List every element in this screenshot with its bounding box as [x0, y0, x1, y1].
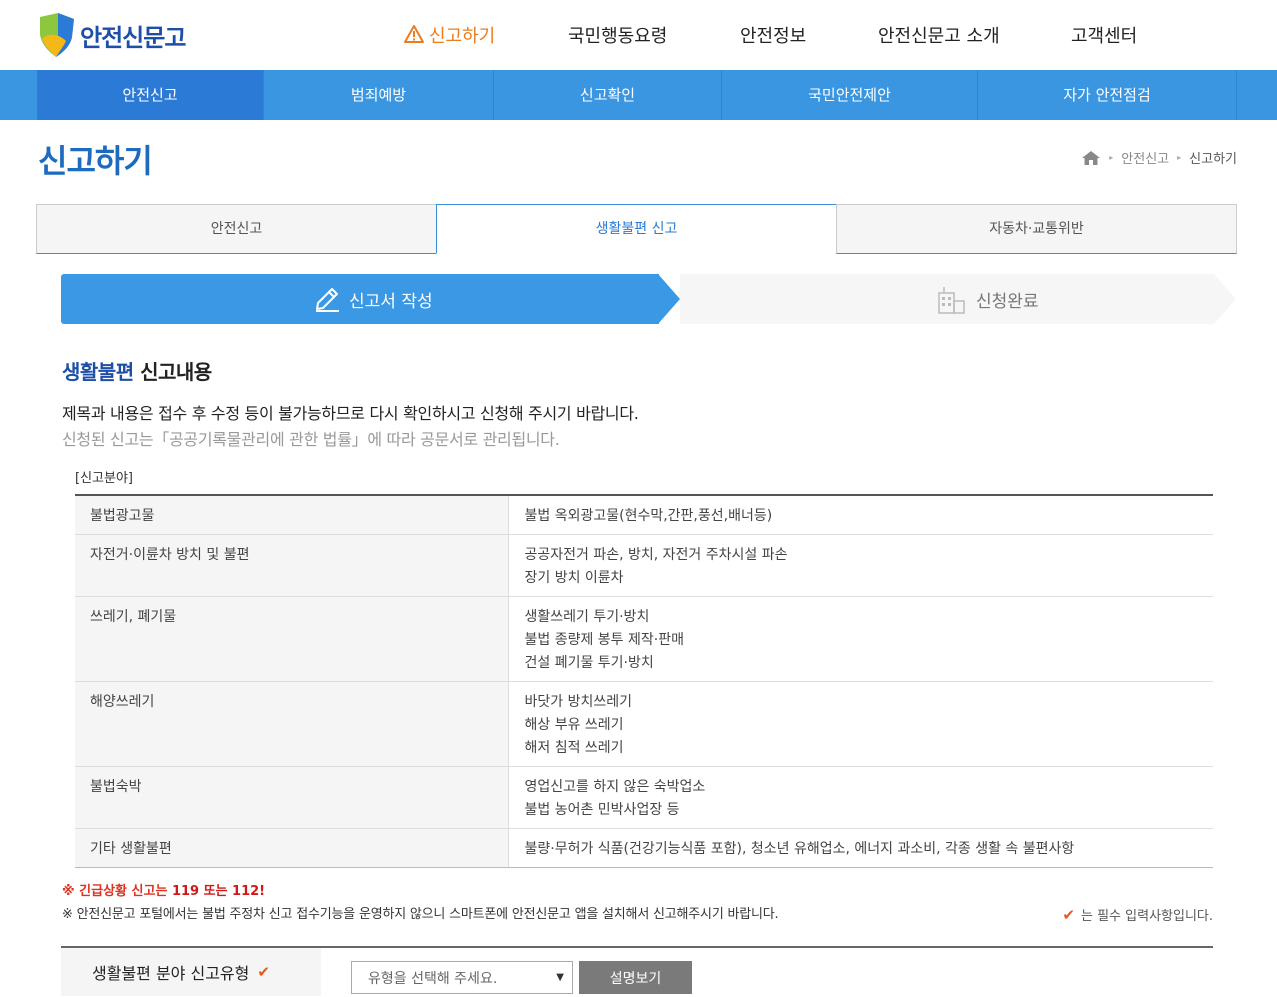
page-title: 신고하기: [38, 142, 153, 180]
parking-notice: ※ 안전신문고 포털에서는 불법 주정차 신고 접수기능을 운영하지 않으니 스…: [62, 907, 779, 922]
report-type-label: 생활불편 분야 신고유형 ✔: [61, 948, 321, 996]
section-title-rest: 신고내용: [133, 360, 212, 384]
report-type-select[interactable]: 유형을 선택해 주세요. ▼: [351, 961, 573, 994]
tab-vehicle-traffic[interactable]: 자동차·교통위반: [836, 204, 1237, 254]
category-item: 불법 옥외광고물(현수막,간판,풍선,배너등): [524, 508, 773, 524]
view-description-button[interactable]: 설명보기: [579, 961, 692, 994]
category-items: 생활쓰레기 투기·방치 불법 종량제 봉투 제작·판매 건설 폐기물 투기·방치: [508, 596, 1213, 682]
step-complete: 신청완료: [680, 274, 1214, 324]
required-text: 는 필수 입력사항입니다.: [1081, 909, 1213, 924]
category-item: 불법 종량제 봉투 제작·판매: [524, 632, 684, 648]
category-items: 공공자전거 파손, 방치, 자전거 주차시설 파손 장기 방치 이륜차: [508, 534, 1213, 597]
category-item: 건설 폐기물 투기·방치: [524, 655, 654, 671]
category-item: 불량·무허가 식품(건강기능식품 포함), 청소년 유해업소, 에너지 과소비,…: [524, 841, 1075, 857]
home-icon[interactable]: [1081, 150, 1101, 166]
notice-subtext: 신청된 신고는「공공기록물관리에 관한 법률」에 따라 공문서로 관리됩니다.: [62, 430, 560, 449]
site-logo[interactable]: 안전신문고: [36, 10, 186, 60]
step-arrow: [658, 274, 680, 324]
category-item: 생활쓰레기 투기·방치: [524, 609, 650, 625]
gnb-item-label: 신고하기: [429, 26, 496, 47]
gnb-item-customer-center[interactable]: 고객센터: [1071, 22, 1137, 48]
progress-steps: 신고서 작성 신청완료: [61, 274, 1236, 324]
category-name: 쓰레기, 폐기물: [75, 596, 509, 682]
pencil-icon: [316, 288, 339, 312]
table-row: 기타 생활불편 불량·무허가 식품(건강기능식품 포함), 청소년 유해업소, …: [75, 828, 1213, 868]
category-name: 기타 생활불편: [75, 828, 509, 868]
category-name: 불법숙박: [75, 766, 509, 829]
breadcrumb-current: 신고하기: [1189, 152, 1237, 167]
step-arrow: [1214, 274, 1236, 324]
emergency-notice: ※ 긴급상황 신고는 119 또는 112!: [62, 880, 265, 899]
subnav-item-safety-report[interactable]: 안전신고: [37, 70, 264, 120]
logo-text: 안전신문고: [80, 23, 186, 52]
category-item: 장기 방치 이륜차: [524, 570, 624, 586]
report-type-label-text: 생활불편 분야 신고유형: [92, 964, 250, 983]
gnb-item-about[interactable]: 안전신문고 소개: [878, 22, 1000, 48]
sub-nav: 안전신고 범죄예방 신고확인 국민안전제안 자가 안전점검: [0, 70, 1277, 120]
breadcrumb-separator: ▸: [1177, 153, 1182, 162]
step-label: 신청완료: [976, 291, 1039, 312]
notice-text: 제목과 내용은 접수 후 수정 등이 불가능하므로 다시 확인하시고 신청해 주…: [62, 404, 639, 423]
table-row: 불법숙박 영업신고를 하지 않은 숙박업소 불법 농어촌 민박사업장 등: [75, 766, 1213, 829]
chevron-down-icon: ▼: [556, 972, 564, 983]
warning-triangle-icon: [404, 25, 424, 43]
category-items: 불법 옥외광고물(현수막,간판,풍선,배너등): [508, 495, 1213, 535]
required-notice: ✔ 는 필수 입력사항입니다.: [1062, 905, 1213, 925]
step-write-report: 신고서 작성: [61, 274, 659, 324]
table-row: 자전거·이륜차 방치 및 불편 공공자전거 파손, 방치, 자전거 주차시설 파…: [75, 534, 1213, 597]
category-item: 공공자전거 파손, 방치, 자전거 주차시설 파손: [524, 547, 788, 563]
check-icon: ✔: [257, 963, 270, 981]
section-title-highlight: 생활불편: [62, 360, 134, 384]
category-name: 해양쓰레기: [75, 681, 509, 767]
gnb-item-safety-info[interactable]: 안전정보: [740, 22, 806, 48]
section-title: 생활불편 신고내용: [62, 356, 212, 385]
subnav-item-proposal[interactable]: 국민안전제안: [722, 70, 978, 120]
building-icon: [938, 287, 965, 314]
breadcrumb-item[interactable]: 안전신고: [1121, 148, 1169, 167]
top-header: 안전신문고 신고하기 국민행동요령 안전정보 안전신문고 소개 고객센터: [0, 0, 1277, 70]
subnav-item-crime-prevention[interactable]: 범죄예방: [264, 70, 494, 120]
tab-safety-report[interactable]: 안전신고: [36, 204, 437, 254]
emergency-prefix: ※ 긴급상황 신고는: [62, 884, 172, 899]
category-items: 바닷가 방치쓰레기 해상 부유 쓰레기 해저 침적 쓰레기: [508, 681, 1213, 767]
category-items: 불량·무허가 식품(건강기능식품 포함), 청소년 유해업소, 에너지 과소비,…: [508, 828, 1213, 868]
shield-logo-icon: [40, 13, 74, 57]
category-name: 불법광고물: [75, 495, 509, 535]
breadcrumb: ▸ 안전신고 ▸ 신고하기: [1081, 148, 1237, 167]
category-item: 영업신고를 하지 않은 숙박업소: [524, 779, 706, 795]
category-name: 자전거·이륜차 방치 및 불편: [75, 534, 509, 597]
gnb-item-action-guide[interactable]: 국민행동요령: [568, 22, 667, 48]
table-row: 해양쓰레기 바닷가 방치쓰레기 해상 부유 쓰레기 해저 침적 쓰레기: [75, 681, 1213, 767]
report-type-tabs: 안전신고 생활불편 신고 자동차·교통위반: [36, 204, 1237, 254]
table-row: 쓰레기, 폐기물 생활쓰레기 투기·방치 불법 종량제 봉투 제작·판매 건설 …: [75, 596, 1213, 682]
tab-living-inconvenience[interactable]: 생활불편 신고: [436, 204, 837, 254]
category-item: 불법 농어촌 민박사업장 등: [524, 802, 680, 818]
category-item: 바닷가 방치쓰레기: [524, 694, 633, 710]
emergency-numbers: 119 또는 112!: [171, 884, 266, 899]
category-table: 불법광고물 불법 옥외광고물(현수막,간판,풍선,배너등) 자전거·이륜차 방치…: [75, 494, 1213, 868]
select-placeholder: 유형을 선택해 주세요.: [368, 970, 498, 987]
gnb-item-report[interactable]: 신고하기: [403, 22, 495, 48]
subnav-item-report-check[interactable]: 신고확인: [494, 70, 722, 120]
check-icon: ✔: [1062, 905, 1075, 924]
table-row: 불법광고물 불법 옥외광고물(현수막,간판,풍선,배너등): [75, 495, 1213, 535]
category-items: 영업신고를 하지 않은 숙박업소 불법 농어촌 민박사업장 등: [508, 766, 1213, 829]
field-caption: [신고분야]: [75, 471, 133, 486]
category-item: 해상 부유 쓰레기: [524, 717, 624, 733]
category-item: 해저 침적 쓰레기: [524, 740, 624, 756]
subnav-item-self-check[interactable]: 자가 안전점검: [978, 70, 1237, 120]
step-label: 신고서 작성: [349, 291, 433, 312]
breadcrumb-separator: ▸: [1109, 153, 1114, 162]
